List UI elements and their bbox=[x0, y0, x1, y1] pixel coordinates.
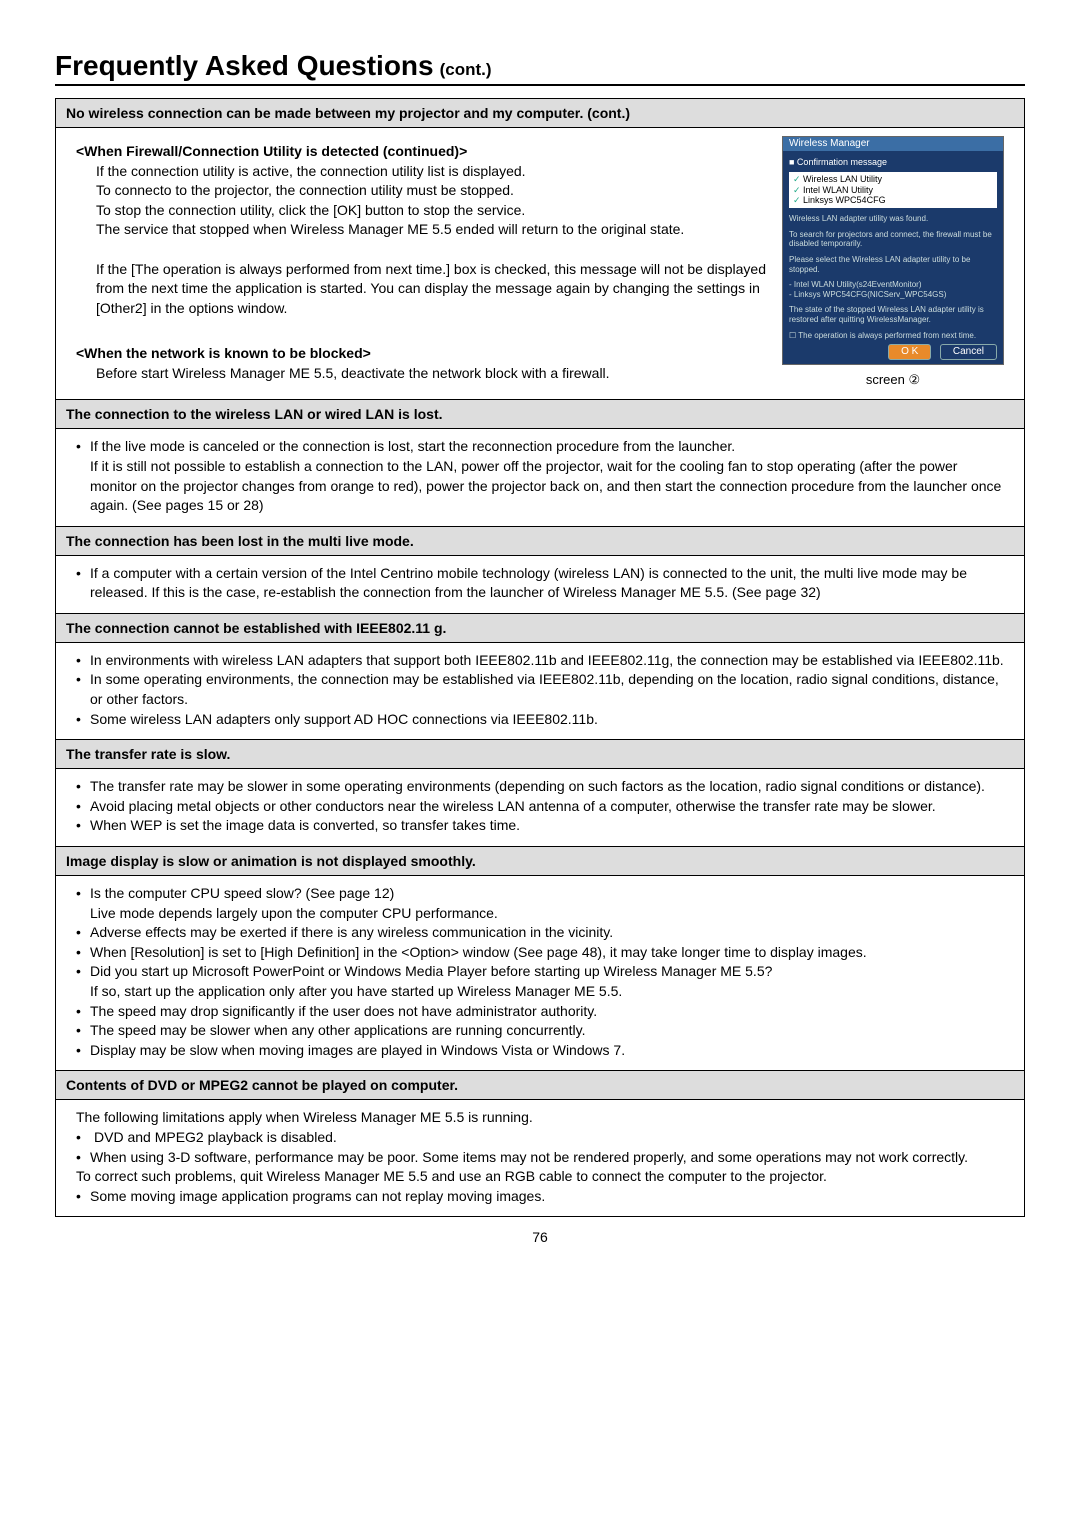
bullet-dot: • bbox=[76, 670, 90, 709]
bullet: • Some wireless LAN adapters only suppor… bbox=[76, 710, 1004, 730]
bullet-text: In some operating environments, the conn… bbox=[90, 670, 1004, 709]
bullet: • When WEP is set the image data is conv… bbox=[76, 816, 1004, 836]
bullet: • The transfer rate may be slower in som… bbox=[76, 777, 1004, 797]
bullet: • In environments with wireless LAN adap… bbox=[76, 651, 1004, 671]
list-item: Intel WLAN Utility bbox=[793, 185, 993, 196]
bullet-text: The speed may drop significantly if the … bbox=[90, 1002, 1004, 1022]
dialog-checkbox-msg: ■ Confirmation message bbox=[789, 157, 997, 168]
cancel-button[interactable]: Cancel bbox=[940, 344, 997, 360]
bullet-dot: • bbox=[76, 1148, 90, 1168]
page-number: 76 bbox=[55, 1229, 1025, 1245]
list-item: Linksys WPC54CFG bbox=[793, 195, 993, 206]
bullet: • Some moving image application programs… bbox=[76, 1187, 1004, 1207]
bullet-text: Display may be slow when moving images a… bbox=[90, 1041, 1004, 1061]
dialog-body: ■ Confirmation message Wireless LAN Util… bbox=[783, 151, 1003, 364]
bullet: • Display may be slow when moving images… bbox=[76, 1041, 1004, 1061]
dialog-caption: screen ② bbox=[782, 371, 1004, 389]
bullet-dot: • bbox=[76, 1128, 90, 1148]
bullet-text: DVD and MPEG2 playback is disabled. bbox=[90, 1128, 1004, 1148]
bullet-dot: • bbox=[76, 651, 90, 671]
dialog-title: Wireless Manager bbox=[783, 137, 1003, 151]
sec2-body: • If the live mode is canceled or the co… bbox=[56, 429, 1024, 525]
bullet: • If a computer with a certain version o… bbox=[76, 564, 1004, 603]
page-title-cont: (cont.) bbox=[440, 60, 492, 80]
bullet: • When using 3-D software, performance m… bbox=[76, 1148, 1004, 1168]
dialog-note: Please select the Wireless LAN adapter u… bbox=[789, 255, 997, 274]
bullet-text: Is the computer CPU speed slow? (See pag… bbox=[90, 884, 1004, 904]
bullet-text: When WEP is set the image data is conver… bbox=[90, 816, 1004, 836]
bullet: • Avoid placing metal objects or other c… bbox=[76, 797, 1004, 817]
bullet-dot: • bbox=[76, 797, 90, 817]
bullet-text: When using 3-D software, performance may… bbox=[90, 1148, 1004, 1168]
bullet: • Is the computer CPU speed slow? (See p… bbox=[76, 884, 1004, 904]
sec7-body: The following limitations apply when Wir… bbox=[56, 1100, 1024, 1216]
bullet-text: If a computer with a certain version of … bbox=[90, 564, 1004, 603]
bullet-text: Adverse effects may be exerted if there … bbox=[90, 923, 1004, 943]
sec5-header: The transfer rate is slow. bbox=[56, 739, 1024, 769]
bullet-dot: • bbox=[76, 710, 90, 730]
bullet-text: Avoid placing metal objects or other con… bbox=[90, 797, 1004, 817]
bullet-text: Some moving image application programs c… bbox=[90, 1187, 1004, 1207]
bullet: • DVD and MPEG2 playback is disabled. bbox=[76, 1128, 1004, 1148]
bullet-dot: • bbox=[76, 1041, 90, 1061]
sec1-body: Wireless Manager ■ Confirmation message … bbox=[56, 128, 1024, 399]
bullet-text: If the live mode is canceled or the conn… bbox=[90, 437, 1004, 515]
bullet-text: In environments with wireless LAN adapte… bbox=[90, 651, 1004, 671]
text: To correct such problems, quit Wireless … bbox=[76, 1167, 1004, 1187]
sub-line: Live mode depends largely upon the compu… bbox=[90, 904, 1004, 924]
sec1-header: No wireless connection can be made betwe… bbox=[56, 99, 1024, 128]
dialog-cb2: ☐ The operation is always performed from… bbox=[789, 331, 997, 341]
dialog-note: - Intel WLAN Utility(s24EventMonitor) - … bbox=[789, 280, 997, 299]
dialog-list: Wireless LAN Utility Intel WLAN Utility … bbox=[789, 172, 997, 208]
bullet-text: Did you start up Microsoft PowerPoint or… bbox=[90, 962, 1004, 982]
text: The following limitations apply when Wir… bbox=[76, 1108, 1004, 1128]
bullet-text: The transfer rate may be slower in some … bbox=[90, 777, 1004, 797]
page-title: Frequently Asked Questions bbox=[55, 50, 434, 82]
bullet-dot: • bbox=[76, 816, 90, 836]
bullet-dot: • bbox=[76, 1021, 90, 1041]
sec3-header: The connection has been lost in the mult… bbox=[56, 526, 1024, 556]
sub-line: If so, start up the application only aft… bbox=[90, 982, 1004, 1002]
sec6-body: • Is the computer CPU speed slow? (See p… bbox=[56, 876, 1024, 1070]
bullet: • The speed may drop significantly if th… bbox=[76, 1002, 1004, 1022]
sec4-body: • In environments with wireless LAN adap… bbox=[56, 643, 1024, 739]
dialog-window: Wireless Manager ■ Confirmation message … bbox=[782, 136, 1004, 365]
page: Frequently Asked Questions (cont.) No wi… bbox=[0, 0, 1080, 1285]
bullet-dot: • bbox=[76, 884, 90, 904]
bullet: • Did you start up Microsoft PowerPoint … bbox=[76, 962, 1004, 982]
sec3-body: • If a computer with a certain version o… bbox=[56, 556, 1024, 613]
dialog-note: The state of the stopped Wireless LAN ad… bbox=[789, 305, 997, 324]
bullet-dot: • bbox=[76, 437, 90, 515]
bullet-text: The speed may be slower when any other a… bbox=[90, 1021, 1004, 1041]
ok-button[interactable]: O K bbox=[888, 344, 931, 360]
page-title-row: Frequently Asked Questions (cont.) bbox=[55, 50, 1025, 86]
bullet-dot: • bbox=[76, 943, 90, 963]
dialog-screenshot: Wireless Manager ■ Confirmation message … bbox=[782, 136, 1004, 389]
bullet-text: Some wireless LAN adapters only support … bbox=[90, 710, 1004, 730]
sec5-body: • The transfer rate may be slower in som… bbox=[56, 769, 1024, 846]
bullet-dot: • bbox=[76, 962, 90, 982]
bullet: • The speed may be slower when any other… bbox=[76, 1021, 1004, 1041]
bullet-dot: • bbox=[76, 923, 90, 943]
bullet: • In some operating environments, the co… bbox=[76, 670, 1004, 709]
sec4-header: The connection cannot be established wit… bbox=[56, 613, 1024, 643]
bullet-dot: • bbox=[76, 564, 90, 603]
faq-box: No wireless connection can be made betwe… bbox=[55, 98, 1025, 1217]
bullet: • Adverse effects may be exerted if ther… bbox=[76, 923, 1004, 943]
sec2-header: The connection to the wireless LAN or wi… bbox=[56, 399, 1024, 429]
bullet-text: When [Resolution] is set to [High Defini… bbox=[90, 943, 1004, 963]
dialog-buttons: O K Cancel bbox=[789, 344, 997, 360]
dialog-note: To search for projectors and connect, th… bbox=[789, 230, 997, 249]
list-item: Wireless LAN Utility bbox=[793, 174, 993, 185]
bullet: • When [Resolution] is set to [High Defi… bbox=[76, 943, 1004, 963]
dialog-note: Wireless LAN adapter utility was found. bbox=[789, 214, 997, 224]
bullet-dot: • bbox=[76, 777, 90, 797]
bullet-dot: • bbox=[76, 1187, 90, 1207]
bullet-dot: • bbox=[76, 1002, 90, 1022]
sec6-header: Image display is slow or animation is no… bbox=[56, 846, 1024, 876]
sec7-header: Contents of DVD or MPEG2 cannot be playe… bbox=[56, 1070, 1024, 1100]
bullet: • If the live mode is canceled or the co… bbox=[76, 437, 1004, 515]
